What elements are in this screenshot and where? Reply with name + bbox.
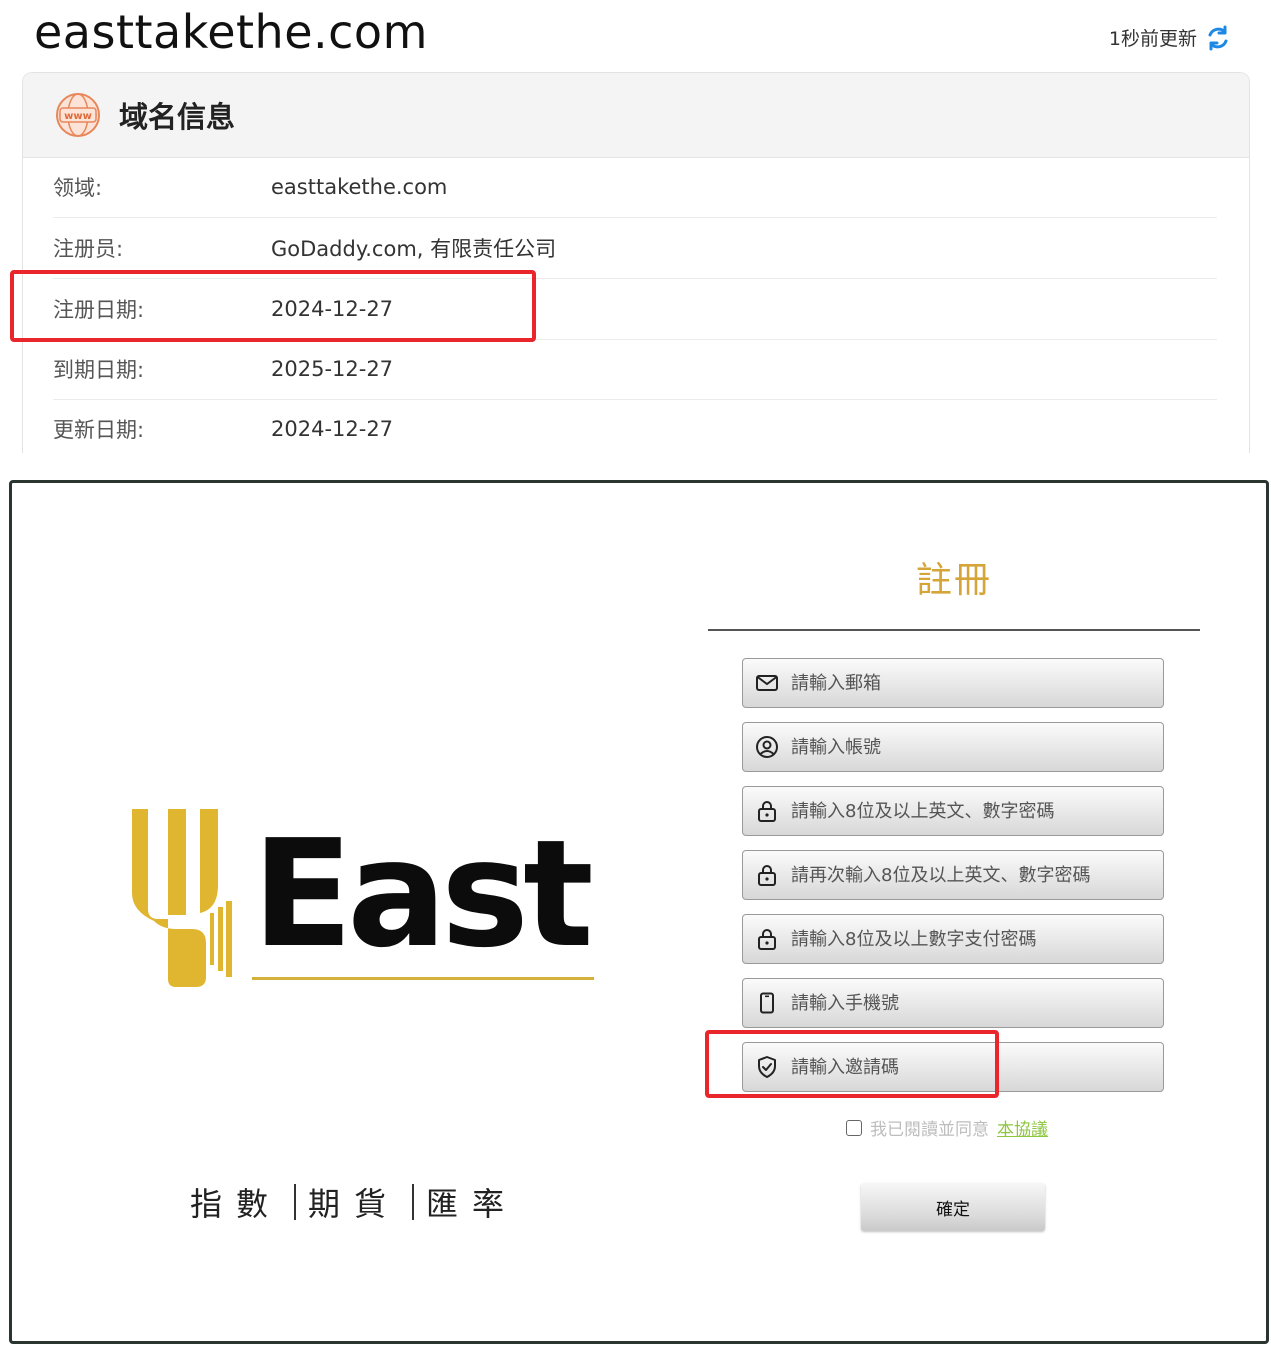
lock-icon — [758, 801, 776, 822]
fork-logo-icon — [132, 809, 232, 987]
password-input[interactable] — [791, 800, 1151, 822]
phone-input[interactable] — [791, 992, 1151, 1014]
agree-checkbox[interactable] — [846, 1119, 862, 1136]
info-row-updated-date: 更新日期: 2024-12-27 — [53, 399, 1217, 453]
whois-panel: easttakethe.com 1秒前更新 www 域名信息 领域: eastt… — [0, 0, 1271, 453]
refresh-icon[interactable] — [1205, 25, 1231, 51]
registration-screen: East 指數 期貨 匯率 註冊 請輸入郵箱 請輸入帳號 請輸入手機號 請輸入邀… — [9, 480, 1269, 1344]
tagline-item: 指數 — [190, 1185, 283, 1223]
tagline-divider — [294, 1184, 297, 1220]
domain-title: easttakethe.com — [34, 5, 428, 59]
invite-code-input[interactable] — [791, 1056, 1151, 1078]
card-header: www 域名信息 — [23, 73, 1249, 158]
confirm-password-input[interactable] — [791, 864, 1151, 886]
info-label: 到期日期: — [53, 358, 145, 382]
info-value: 2024-12-27 — [271, 297, 394, 321]
invite-code-field[interactable] — [742, 1042, 1164, 1092]
info-row-domain: 领域: easttakethe.com — [53, 157, 1217, 218]
info-label: 注册员: — [53, 237, 124, 261]
shield-check-icon — [758, 1056, 776, 1078]
password-field[interactable] — [742, 786, 1164, 836]
www-globe-icon: www — [56, 93, 100, 137]
account-field[interactable] — [742, 722, 1164, 772]
logo-underline — [252, 977, 594, 980]
agree-text: 我已閱讀並同意 — [870, 1120, 989, 1140]
info-row-expiry-date: 到期日期: 2025-12-27 — [53, 339, 1217, 400]
info-label: 注册日期: — [53, 298, 145, 322]
refresh-status[interactable]: 1秒前更新 — [1109, 24, 1231, 51]
info-row-registrar: 注册员: GoDaddy.com, 有限责任公司 — [53, 218, 1217, 279]
info-label: 领域: — [53, 176, 103, 200]
payment-password-field[interactable] — [742, 914, 1164, 964]
email-input[interactable] — [791, 672, 1151, 694]
www-badge-text: www — [64, 111, 92, 122]
email-field[interactable] — [742, 658, 1164, 708]
card-title: 域名信息 — [119, 100, 236, 134]
register-title: 註冊 — [915, 560, 992, 601]
east-logo: East — [124, 801, 604, 991]
tagline-item: 匯率 — [426, 1185, 519, 1223]
refresh-text: 1秒前更新 — [1108, 28, 1197, 50]
user-circle-icon — [756, 736, 778, 758]
mail-icon — [756, 675, 778, 691]
tagline-divider — [412, 1184, 415, 1220]
info-value: easttakethe.com — [271, 175, 448, 199]
info-value: GoDaddy.com, 有限责任公司 — [271, 237, 557, 261]
confirm-password-field[interactable] — [742, 850, 1164, 900]
register-divider — [708, 629, 1200, 631]
tagline-item: 期貨 — [308, 1185, 401, 1223]
info-label: 更新日期: — [53, 418, 145, 442]
info-row-registration-date: 注册日期: 2024-12-27 — [53, 279, 1217, 340]
phone-icon — [760, 992, 774, 1014]
lock-icon — [758, 929, 776, 950]
phone-field[interactable] — [742, 978, 1164, 1028]
confirm-button[interactable]: 確定 — [861, 1183, 1045, 1231]
account-input[interactable] — [791, 736, 1151, 758]
info-value: 2025-12-27 — [271, 357, 394, 381]
logo-text: East — [252, 808, 594, 980]
domain-info-card: www 域名信息 领域: easttakethe.com 注册员: GoDadd… — [22, 72, 1250, 453]
tagline: 指數 期貨 匯率 — [190, 1179, 518, 1225]
payment-password-input[interactable] — [791, 928, 1151, 950]
agreement-link[interactable]: 本協議 — [997, 1115, 1048, 1140]
lock-icon — [758, 865, 776, 886]
agreement-row: 我已閱讀並同意 本協議 — [846, 1115, 1048, 1140]
info-value: 2024-12-27 — [271, 417, 394, 441]
